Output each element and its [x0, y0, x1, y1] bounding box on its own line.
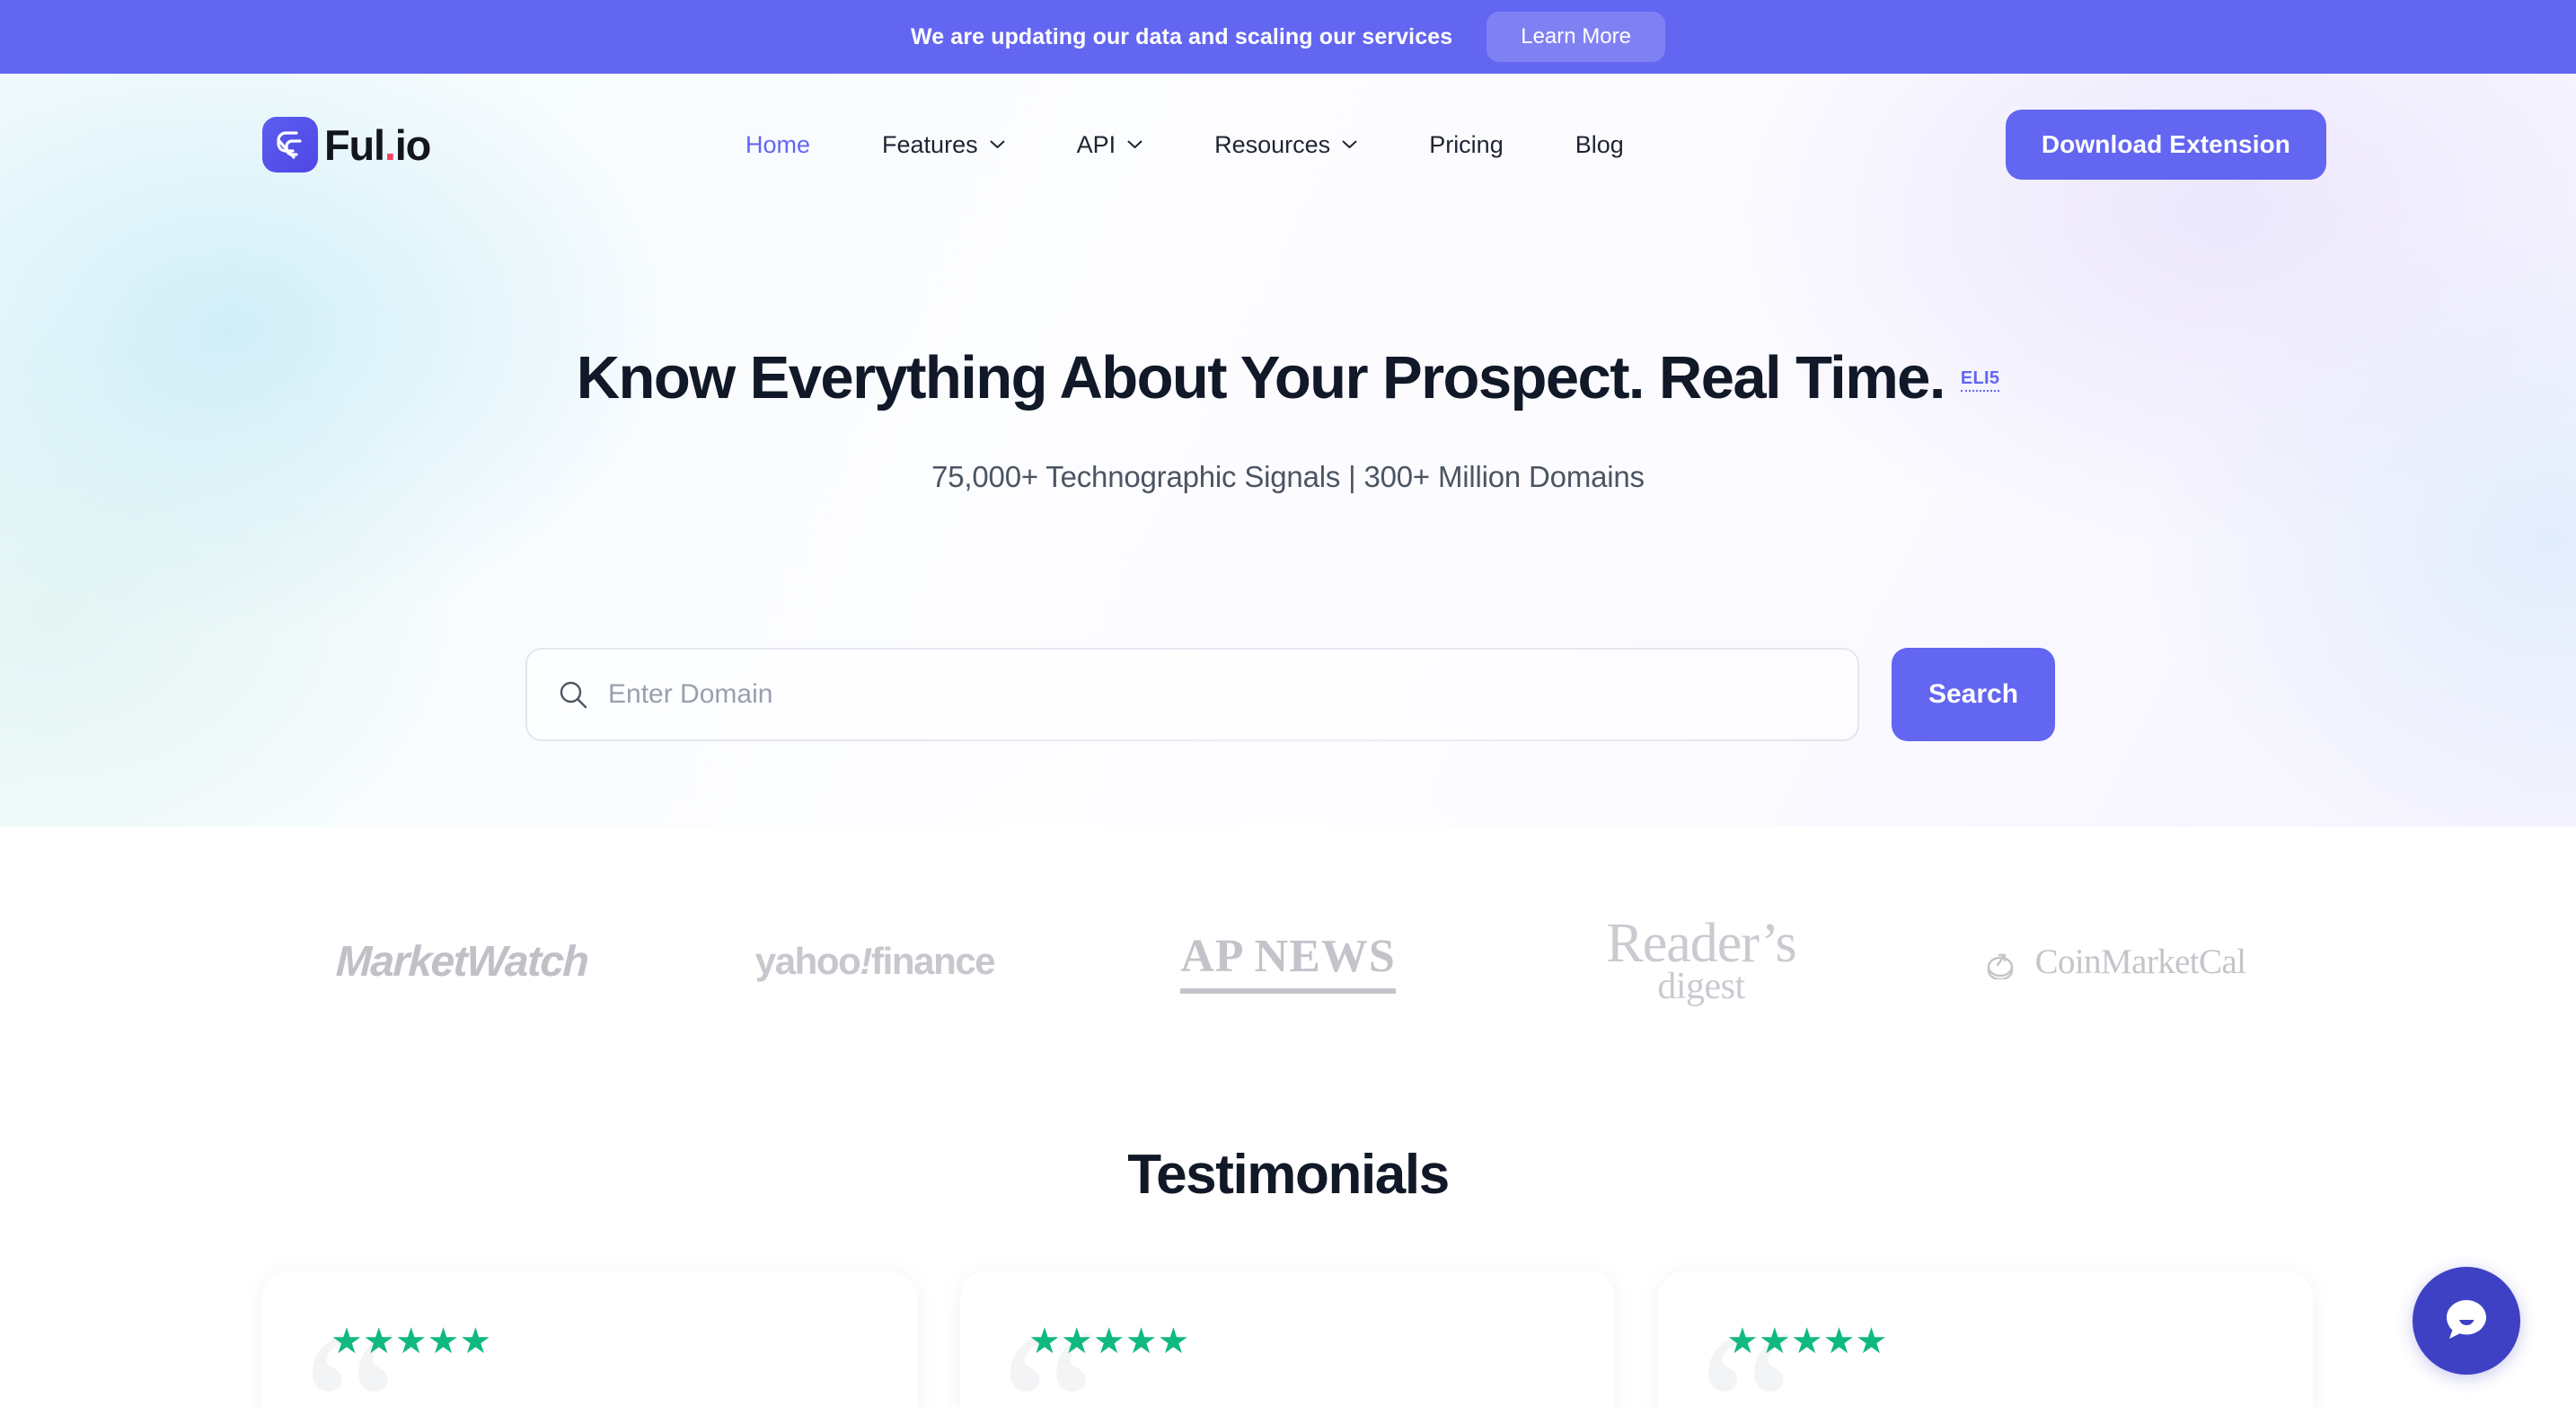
logo-icon [262, 117, 318, 173]
testimonials-row: “ ★★★★★ “ ★★★★★ “ ★★★★★ [262, 1271, 2314, 1407]
page-root: We are updating our data and scaling our… [0, 0, 2576, 1407]
hero-subtitle: 75,000+ Technographic Signals | 300+ Mil… [931, 460, 1645, 493]
nav-item-blog[interactable]: Blog [1539, 131, 1660, 159]
logo-text: Ful.io [324, 120, 431, 169]
search-button[interactable]: Search [1892, 648, 2055, 741]
stats-text-1: new domains and [834, 822, 1072, 827]
search-input[interactable] [608, 679, 1827, 710]
learn-more-button[interactable]: Learn More [1486, 12, 1665, 62]
nav-item-features[interactable]: Features [846, 131, 1041, 159]
stats-date: 13 November 2024 [1580, 822, 1830, 827]
nav-label-resources: Resources [1214, 130, 1331, 158]
page-title: Know Everything About Your Prospect. Rea… [0, 343, 2576, 412]
coinmarketcal-wordmark: CoinMarketCal [1983, 942, 2246, 982]
announcement-banner: We are updating our data and scaling our… [0, 0, 2576, 74]
search-icon [560, 681, 587, 709]
press-logo-coinmarketcal: CoinMarketCal [1908, 942, 2321, 982]
press-logo-yahoo-finance: yahoo!finance [668, 940, 1081, 983]
announcement-text: We are updating our data and scaling our… [911, 23, 1453, 49]
testimonials-heading: Testimonials [1127, 1144, 1450, 1206]
stats-signals-count: 78 [1072, 822, 1103, 827]
chevron-down-icon [1342, 140, 1357, 148]
nav-links: Home Features API Resources Pricing Blog [710, 131, 1660, 159]
press-logo-ap-news: AP NEWS [1081, 930, 1495, 994]
rating-stars: ★★★★★ [331, 1323, 491, 1359]
nav-item-home[interactable]: Home [710, 131, 846, 159]
stats-domains-count: 86,915 [746, 822, 834, 827]
testimonial-card[interactable]: “ ★★★★★ [1658, 1271, 2313, 1407]
ap-news-wordmark: AP NEWS [1180, 930, 1396, 994]
testimonial-card[interactable]: “ ★★★★★ [960, 1271, 1615, 1407]
eli5-link[interactable]: ELI5 [1960, 368, 2000, 392]
nav-item-api[interactable]: API [1041, 131, 1179, 159]
download-extension-button[interactable]: Download Extension [2005, 110, 2326, 180]
nav-label-pricing: Pricing [1429, 130, 1504, 158]
rating-stars: ★★★★★ [1028, 1323, 1189, 1359]
star-rating-value: ★★★★★ [1726, 1322, 1888, 1361]
chevron-down-icon [990, 140, 1005, 148]
search-row: Search [525, 648, 2055, 741]
press-logo-marketwatch: MarketWatch [255, 937, 668, 987]
readers-digest-wordmark: Reader’s digest [1606, 913, 1796, 1008]
nav-item-resources[interactable]: Resources [1178, 131, 1393, 159]
nav-item-pricing[interactable]: Pricing [1393, 131, 1539, 159]
stats-line: 86,915 new domains and 78 new technograp… [0, 822, 2576, 827]
chat-widget-button[interactable] [2413, 1267, 2520, 1375]
headline-text: Know Everything About Your Prospect. Rea… [576, 344, 1946, 411]
testimonial-card[interactable]: “ ★★★★★ [262, 1271, 917, 1407]
rating-stars: ★★★★★ [1726, 1323, 1887, 1359]
yahoo-finance-wordmark: yahoo!finance [754, 940, 996, 982]
search-box[interactable] [525, 648, 1859, 741]
nav-label-api: API [1076, 130, 1116, 158]
star-rating-value: ★★★★★ [1028, 1322, 1190, 1361]
nav-label-home: Home [745, 130, 811, 158]
press-logo-readers-digest: Reader’s digest [1495, 913, 1908, 1008]
chat-bubble-icon [2447, 1300, 2486, 1339]
logo[interactable]: Ful.io [262, 117, 431, 173]
hero-section: Ful.io Home Features API Resources Prici… [0, 74, 2576, 827]
coin-icon [1987, 953, 2013, 979]
star-rating-value: ★★★★★ [331, 1322, 492, 1361]
press-logo-strip: MarketWatch yahoo!finance AP NEWS Reader… [0, 880, 2576, 1042]
nav-label-blog: Blog [1575, 130, 1624, 158]
nav-label-features: Features [882, 130, 978, 158]
navbar: Ful.io Home Features API Resources Prici… [0, 74, 2576, 216]
stats-text-2: new technographic signals added on [1104, 822, 1580, 827]
marketwatch-wordmark: MarketWatch [334, 937, 589, 986]
chevron-down-icon [1127, 140, 1142, 148]
